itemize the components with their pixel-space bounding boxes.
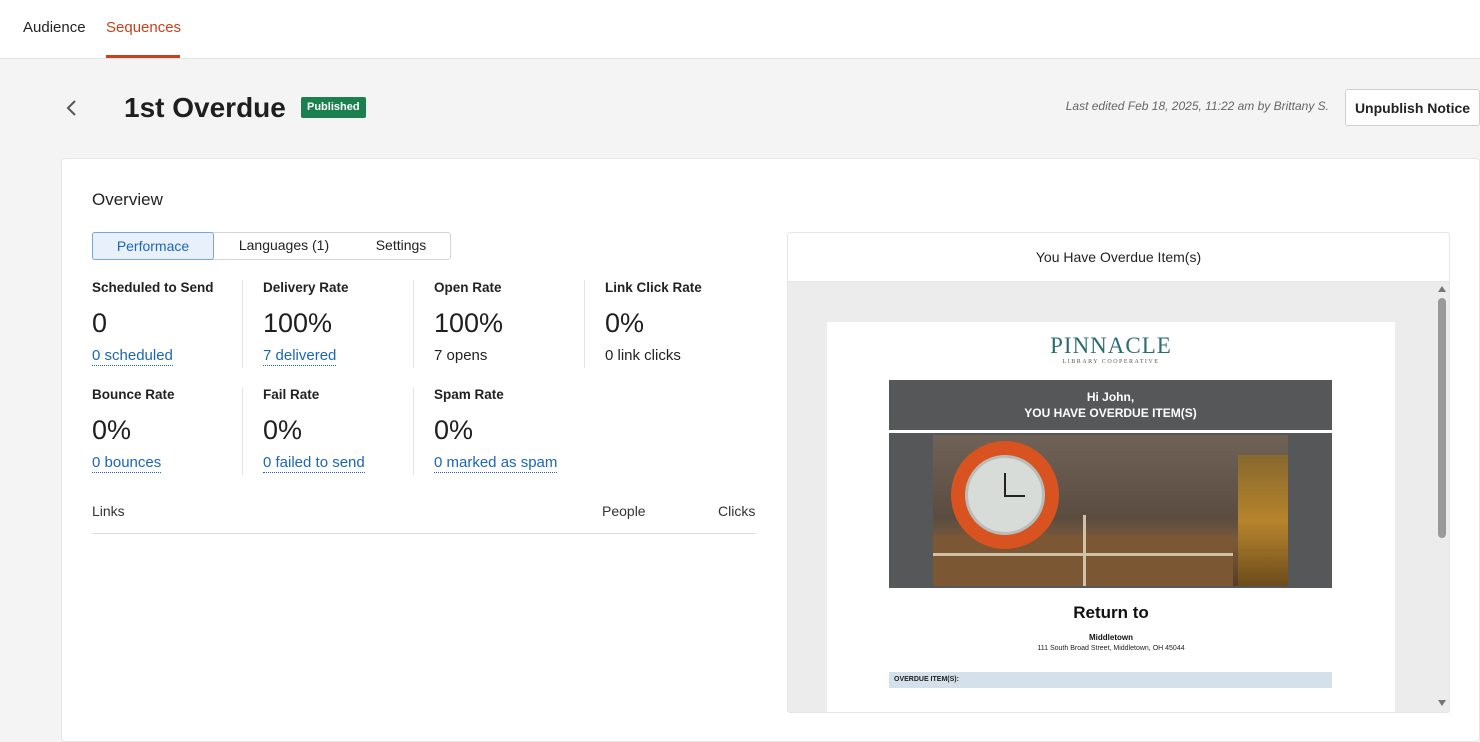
top-navigation: Audience Sequences <box>0 0 1480 59</box>
library-logo: PINNACLE <box>1050 333 1172 358</box>
tab-settings[interactable]: Settings <box>355 232 447 260</box>
links-table-header: Links People Clicks <box>92 503 756 534</box>
tab-sequences[interactable]: Sequences <box>106 19 181 37</box>
preview-scrollbar[interactable] <box>1435 282 1449 712</box>
metric-scheduled-to-send: Scheduled to Send 0 0 scheduled <box>92 280 252 366</box>
links-column-header: Links <box>92 503 125 519</box>
metric-value: 0% <box>92 415 132 445</box>
metric-value: 0% <box>434 415 474 445</box>
hero-image-frame <box>889 433 1332 588</box>
metric-spam-rate: Spam Rate 0% 0 marked as spam <box>434 387 594 473</box>
email-preview-panel: You Have Overdue Item(s) PINNACLE LIBRAR… <box>787 232 1450 713</box>
tab-performance[interactable]: Performace <box>92 232 214 260</box>
metric-value: 100% <box>434 308 504 338</box>
email-banner: Hi John, YOU HAVE OVERDUE ITEM(S) <box>889 380 1332 430</box>
marked-as-spam-link[interactable]: 0 marked as spam <box>434 454 558 473</box>
metric-value: 0 <box>92 308 108 338</box>
metric-fail-rate: Fail Rate 0% 0 failed to send <box>263 387 423 473</box>
divider <box>242 387 243 475</box>
branch-address: 111 South Broad Street, Middletown, OH 4… <box>1037 645 1185 652</box>
back-button[interactable] <box>62 96 82 120</box>
twine <box>933 553 1233 556</box>
alarm-clock-photo <box>933 435 1288 586</box>
metric-value: 0% <box>263 415 303 445</box>
status-badge: Published <box>301 97 366 118</box>
metric-label: Bounce Rate <box>92 387 175 402</box>
triangle-up-icon[interactable] <box>1438 286 1446 292</box>
triangle-down-icon[interactable] <box>1438 700 1446 706</box>
metric-label: Delivery Rate <box>263 280 349 295</box>
delivered-link[interactable]: 7 delivered <box>263 347 337 366</box>
return-to-heading: Return to <box>1073 603 1149 622</box>
chevron-left-icon <box>66 100 76 116</box>
overview-tabs: Performace Languages (1) Settings <box>92 232 451 260</box>
page-title: 1st Overdue <box>124 92 286 123</box>
overdue-items-header: OVERDUE ITEM(S): <box>889 672 1332 688</box>
email-subject: You Have Overdue Item(s) <box>788 233 1449 282</box>
opens-count: 7 opens <box>434 347 488 364</box>
divider <box>584 280 585 368</box>
clicks-column-header: Clicks <box>718 503 756 519</box>
metric-open-rate: Open Rate 100% 7 opens <box>434 280 594 365</box>
metric-label: Spam Rate <box>434 387 504 402</box>
divider <box>242 280 243 368</box>
metric-link-click-rate: Link Click Rate 0% 0 link clicks <box>605 280 765 365</box>
metric-label: Open Rate <box>434 280 502 295</box>
metric-label: Link Click Rate <box>605 280 702 295</box>
twine <box>1083 515 1086 586</box>
scrollbar-thumb[interactable] <box>1438 298 1446 538</box>
branch-name: Middletown <box>1089 633 1133 642</box>
people-column-header: People <box>602 503 646 519</box>
failed-to-send-link[interactable]: 0 failed to send <box>263 454 365 473</box>
metric-delivery-rate: Delivery Rate 100% 7 delivered <box>263 280 423 366</box>
divider <box>413 387 414 475</box>
metric-label: Fail Rate <box>263 387 320 402</box>
bounces-link[interactable]: 0 bounces <box>92 454 162 473</box>
divider <box>413 280 414 368</box>
active-tab-indicator <box>106 55 180 58</box>
metric-label: Scheduled to Send <box>92 280 214 295</box>
lantern-shape <box>1238 455 1288 586</box>
scheduled-link[interactable]: 0 scheduled <box>92 347 173 366</box>
greeting-text: Hi John, <box>1086 390 1135 404</box>
tab-audience[interactable]: Audience <box>23 19 86 37</box>
clock-hand <box>1004 473 1006 497</box>
last-edited-text: Last edited Feb 18, 2025, 11:22 am by Br… <box>1065 99 1329 113</box>
headline-text: YOU HAVE OVERDUE ITEM(S) <box>1024 406 1197 420</box>
metric-value: 100% <box>263 308 333 338</box>
link-clicks-count: 0 link clicks <box>605 347 681 364</box>
metric-bounce-rate: Bounce Rate 0% 0 bounces <box>92 387 252 473</box>
clock-hand <box>1005 495 1025 497</box>
email-body: PINNACLE LIBRARY COOPERATIVE Hi John, YO… <box>827 322 1395 712</box>
library-logo-subtitle: LIBRARY COOPERATIVE <box>1062 359 1160 365</box>
metric-value: 0% <box>605 308 645 338</box>
tab-languages[interactable]: Languages (1) <box>223 232 345 260</box>
overview-card: Overview Performace Languages (1) Settin… <box>61 158 1480 742</box>
unpublish-notice-button[interactable]: Unpublish Notice <box>1345 89 1480 126</box>
overview-title: Overview <box>92 190 163 209</box>
